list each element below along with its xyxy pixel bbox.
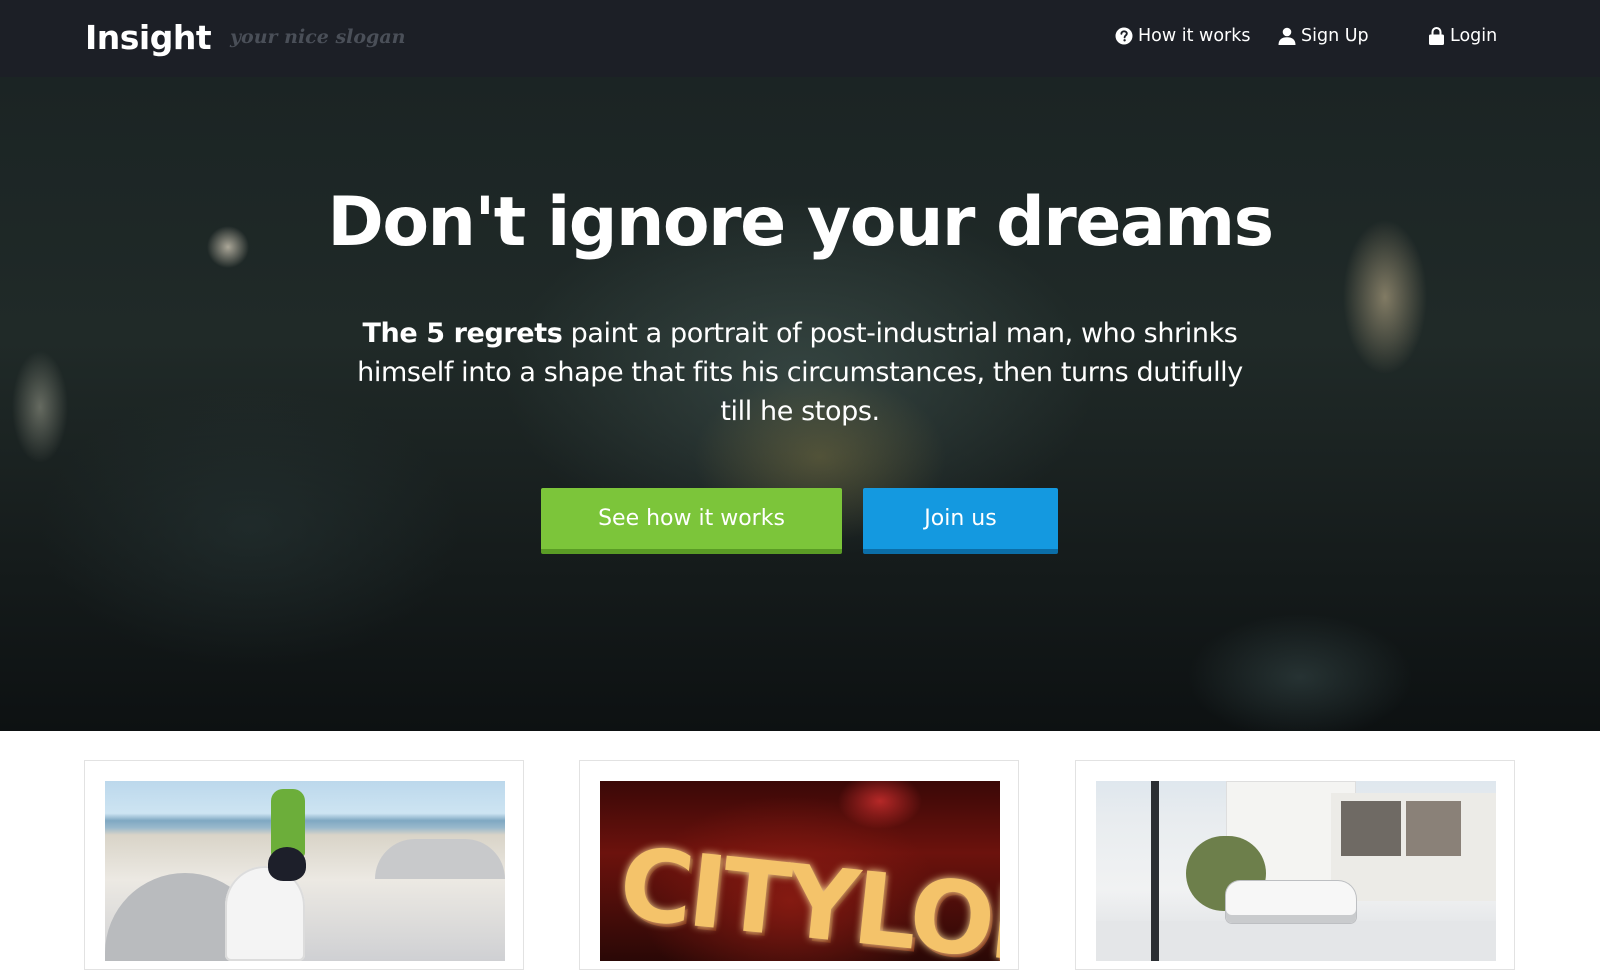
nav-sign-up-label: Sign Up (1301, 26, 1369, 46)
see-how-it-works-button[interactable]: See how it works (541, 488, 842, 554)
nav-links: How it works Sign Up Login (0, 26, 1600, 54)
hero-text: The 5 regrets paint a portrait of post-i… (350, 314, 1250, 431)
question-circle-icon (1115, 27, 1133, 45)
nav-how-it-works-label: How it works (1138, 26, 1251, 46)
skatepark-image (105, 781, 505, 961)
window-shape (1406, 801, 1461, 856)
lock-icon (1428, 27, 1445, 45)
feature-card[interactable]: CITYLOFT (579, 760, 1019, 970)
nav-login[interactable]: Login (1428, 26, 1497, 46)
navbar: Insight your nice slogan How it works Si… (0, 0, 1600, 77)
feature-card[interactable] (84, 760, 524, 970)
traffic-pole-shape (1151, 781, 1159, 961)
street-image (1096, 781, 1496, 961)
hero-title: Don't ignore your dreams (327, 183, 1274, 262)
feature-cards: CITYLOFT (0, 760, 1600, 970)
nav-login-label: Login (1450, 26, 1498, 46)
window-shape (1341, 801, 1401, 856)
car-shape (1226, 881, 1356, 923)
cityloft-sign-image: CITYLOFT (600, 781, 1000, 961)
hero-text-bold: The 5 regrets (362, 318, 563, 349)
join-us-button[interactable]: Join us (863, 488, 1058, 554)
nav-how-it-works[interactable]: How it works (1115, 26, 1251, 46)
cityloft-sign: CITYLOFT (614, 824, 1000, 961)
feature-card[interactable] (1075, 760, 1515, 970)
user-icon (1278, 27, 1296, 45)
hero-section: Don't ignore your dreams The 5 regrets p… (0, 77, 1600, 731)
nav-sign-up[interactable]: Sign Up (1278, 26, 1369, 46)
helmet-shape (268, 847, 306, 881)
ramp-shape (375, 839, 505, 879)
